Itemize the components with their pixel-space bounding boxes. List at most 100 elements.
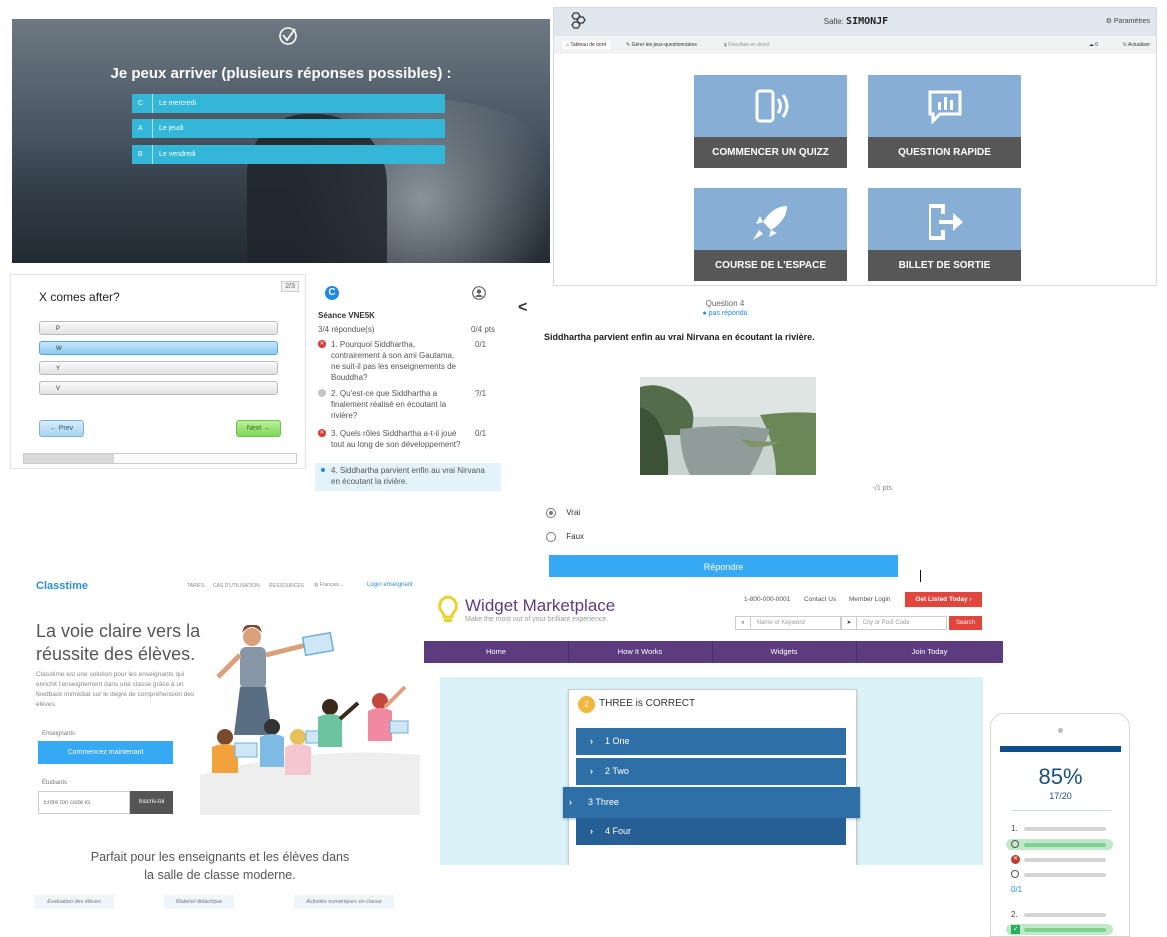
chevron-right-icon: › [969, 596, 972, 603]
teacher-login-link[interactable]: Login enseignant [367, 582, 413, 588]
chevron-down-icon: ⌄ [340, 582, 345, 588]
classtime-logo[interactable]: Classtime [36, 580, 88, 592]
question-1-score: 0/1 [1011, 885, 1023, 894]
tile-space-race[interactable]: COURSE DE L'ESPACE [694, 188, 847, 281]
option-text: Le mercredi [159, 100, 196, 107]
photo-quiz-panel: Je peux arriver (plusieurs réponses poss… [12, 19, 550, 263]
search-button[interactable]: Search [949, 616, 982, 630]
wrong-icon: ✕ [1011, 855, 1020, 864]
nav-bar: ⌂ Tableau de bord ✎ Gérer les jeux-quest… [554, 36, 1156, 54]
feature-assessment[interactable]: Évaluation des élèves [34, 895, 114, 909]
page-badge: 2/3 [281, 281, 299, 292]
answer-option-selected[interactable]: W [39, 341, 278, 355]
location-field[interactable]: ➤ City or Post Code [841, 616, 947, 630]
nav-resources[interactable]: RESSOURCES [269, 583, 304, 589]
widget-marketplace-panel: Widget Marketplace Make the most out of … [424, 583, 1003, 865]
quiz-title: THREE is CORRECT [599, 698, 696, 709]
arrow-right-icon: → [263, 425, 271, 432]
prev-button[interactable]: ← Prev [39, 420, 84, 437]
menu-home[interactable]: Home [424, 641, 569, 663]
join-button[interactable]: Inscris-toi [130, 791, 173, 814]
tile-label: QUESTION RAPIDE [868, 137, 1021, 168]
option-false[interactable]: Faux [546, 532, 584, 542]
answer-option[interactable]: A Le jeudi [132, 119, 445, 138]
refresh-button[interactable]: ↻ Actualiser [1123, 42, 1150, 48]
quiz-option[interactable]: › 2 Two [576, 758, 846, 785]
tile-quick-question[interactable]: QUESTION RAPIDE [868, 75, 1021, 168]
menu-join-today[interactable]: Join Today [856, 641, 1003, 663]
teachers-label: Enseignants [42, 731, 76, 737]
room-name: SIMONJF [846, 16, 889, 27]
language-select[interactable]: ◍ Français ⌄ [314, 582, 345, 588]
phone-number: 1-800-000-0001 [744, 596, 791, 603]
feature-material[interactable]: Matériel didactique [164, 895, 234, 909]
answer-option[interactable]: C Le mercredi [132, 94, 445, 113]
current-dot-icon [321, 468, 325, 472]
settings-button[interactable]: ⚙ Paramètres [1106, 17, 1150, 25]
chevron-right-icon: › [590, 736, 593, 746]
tab-live-results[interactable]: ▮ Résultats en direct [724, 42, 770, 48]
answer-option[interactable]: P [39, 321, 278, 335]
get-listed-button[interactable]: Get Listed Today › [905, 592, 982, 607]
wrench-icon: ✎ [626, 42, 631, 48]
menu-widgets[interactable]: Widgets [712, 641, 857, 663]
next-button[interactable]: Next → [236, 420, 281, 437]
status-text: pas répondu [708, 310, 748, 317]
refresh-icon: ↻ [1122, 42, 1127, 48]
question-text: Je peux arriver (plusieurs réponses poss… [110, 65, 452, 82]
quiz-option-highlighted[interactable]: › 3 Three [563, 787, 860, 818]
quiz-number-badge: 2 [578, 696, 595, 713]
tile-start-quiz[interactable]: COMMENCER UN QUIZZ [694, 75, 847, 168]
arrow-left-icon: ← [49, 425, 57, 432]
site-title[interactable]: Widget Marketplace [465, 596, 615, 616]
dashboard-panel: Salle: SIMONJF ⚙ Paramètres ⌂ Tableau de… [553, 7, 1157, 286]
phone-signal-icon [694, 87, 847, 136]
answer-option[interactable]: Y [39, 361, 278, 375]
tile-exit-ticket[interactable]: BILLET DE SORTIE [868, 188, 1021, 281]
quiz-option[interactable]: › 1 One [576, 728, 846, 755]
checkbox-checked-icon: ✓ [1011, 925, 1020, 934]
keyword-search-field[interactable]: ⌕ Name or Keyword [735, 616, 841, 630]
progress-fill [24, 454, 114, 463]
tab-dashboard[interactable]: ⌂ Tableau de bord [562, 41, 611, 49]
tile-label: COURSE DE L'ESPACE [694, 250, 847, 281]
start-now-button[interactable]: Commencez maintenant [38, 741, 173, 764]
quiz-option[interactable]: › 4 Four [576, 818, 846, 845]
nav-use-cases[interactable]: CAS D'UTILISATION [213, 583, 260, 589]
question-view-panel: < Question 4 ● pas répondu Siddhartha pa… [510, 287, 910, 577]
user-icon[interactable] [472, 286, 486, 300]
tile-label: COMMENCER UN QUIZZ [694, 137, 847, 168]
tagline: Parfait pour les enseignants et les élèv… [90, 850, 350, 882]
answered-count: 3/4 répondue(s) [318, 325, 375, 334]
wrong-icon: ✕ [318, 340, 326, 348]
answer-option[interactable]: V [39, 381, 278, 395]
question-1-label: 1. [1011, 824, 1018, 833]
search-icon: ⌕ [736, 617, 751, 629]
answer-option[interactable]: B Le vendredi [132, 145, 445, 164]
tile-label: BILLET DE SORTIE [868, 250, 1021, 281]
option-true[interactable]: Vrai [546, 508, 580, 518]
radio-icon [546, 532, 556, 542]
score-fraction: 17/20 [1049, 791, 1072, 801]
menu-how-it-works[interactable]: How It Works [568, 641, 713, 663]
gear-icon: ⚙ [1105, 18, 1112, 25]
tab-manage-quizzes[interactable]: ✎ Gérer les jeux-questionnaires [626, 42, 697, 48]
option-letter: C [138, 94, 153, 113]
phone-result-panel: 85% 17/20 1. ✕ 0/1 2. ✓ [990, 713, 1130, 937]
river-photo [640, 377, 816, 475]
radio-icon [1011, 840, 1019, 848]
chevron-right-icon: › [590, 766, 593, 776]
cloud-icon: ☁ [1088, 42, 1094, 48]
submit-button[interactable]: Répondre [549, 555, 898, 577]
member-login-link[interactable]: Member Login [849, 596, 891, 603]
check-logo-icon [279, 27, 297, 45]
text-cursor [920, 570, 921, 582]
room-label: Salle: [823, 17, 844, 26]
option-letter: B [138, 145, 153, 164]
feature-digital-activities[interactable]: Activités numériques en classe [294, 895, 394, 909]
question-item-current[interactable]: 4. Siddhartha parvient enfin au vrai Nir… [315, 463, 501, 491]
student-code-input[interactable] [38, 791, 130, 814]
nav-pricing[interactable]: TARIFS [187, 583, 204, 589]
contact-link[interactable]: Contact Us [804, 596, 836, 603]
settings-label: Paramètres [1113, 18, 1150, 25]
